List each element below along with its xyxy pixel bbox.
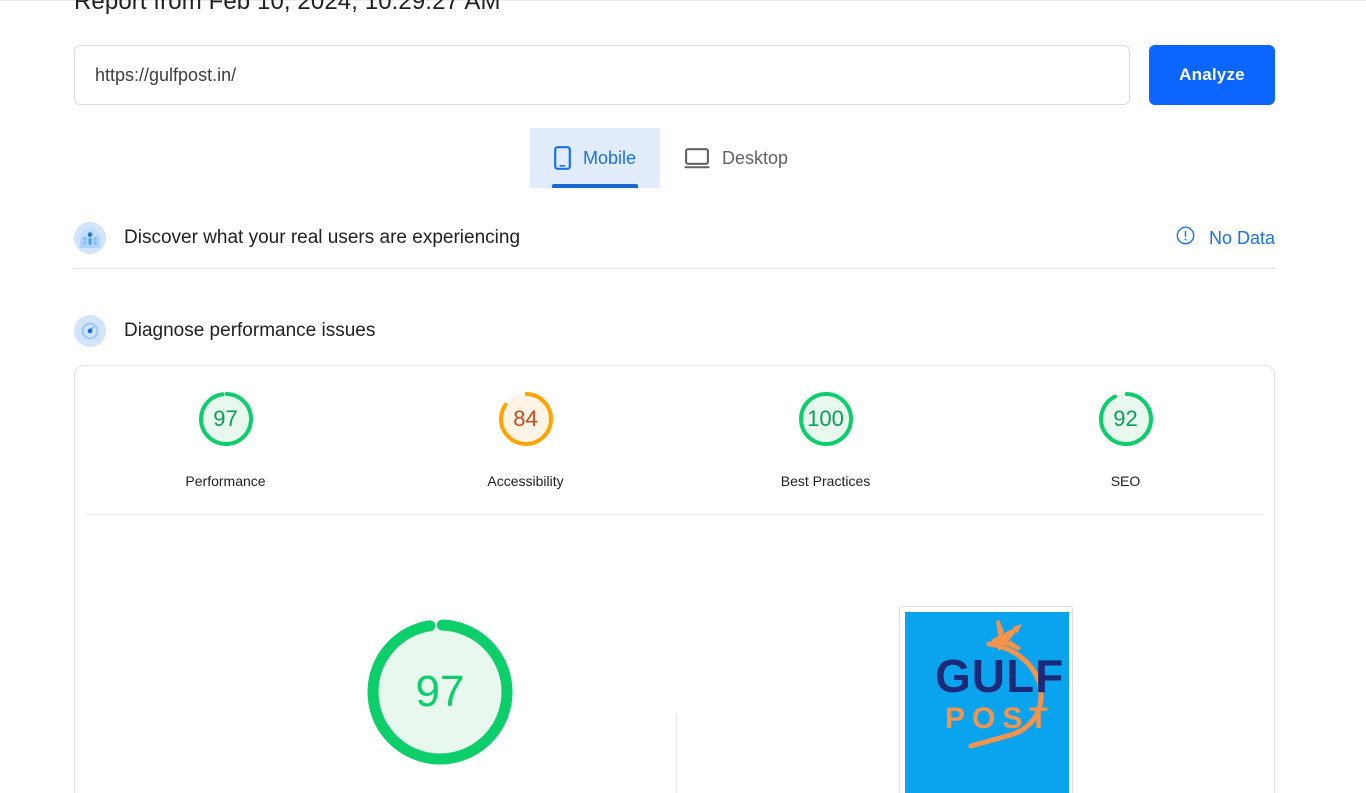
best-practices-score: 100 [807, 406, 844, 431]
seo-caption: SEO [1110, 473, 1141, 489]
gauge-performance[interactable]: 97 Performance [176, 388, 276, 489]
gauge-best-practices[interactable]: 100 Best Practices [776, 388, 876, 489]
error-info-icon [1176, 226, 1195, 250]
best-practices-caption: Best Practices [780, 473, 871, 489]
performance-summary-gauge: 97 [290, 616, 590, 793]
diagnose-performance-row: Diagnose performance issues [74, 303, 1275, 359]
discover-label: Discover what your real users are experi… [124, 227, 521, 248]
report-title: Report from Feb 10, 2024, 10:29:27 AM [74, 0, 501, 15]
performance-summary-ring: 97 [364, 616, 516, 768]
tab-mobile[interactable]: Mobile [530, 128, 661, 188]
gauge-accessibility[interactable]: 84 Accessibility [476, 388, 576, 489]
seo-score: 92 [1113, 406, 1138, 431]
tab-mobile-label: Mobile [583, 147, 637, 168]
form-factor-tabs: Mobile Desktop [530, 128, 812, 188]
accessibility-score: 84 [513, 406, 538, 431]
tab-desktop-label: Desktop [722, 147, 789, 168]
url-input[interactable] [74, 45, 1130, 105]
lighthouse-gauge-icon [74, 315, 106, 347]
field-data-icon [74, 222, 106, 254]
tab-active-underline [552, 184, 639, 188]
no-data-status[interactable]: No Data [1176, 226, 1275, 250]
discover-field-data-row: Discover what your real users are experi… [74, 210, 1275, 266]
mobile-icon [554, 146, 571, 170]
diagnose-label: Diagnose performance issues [124, 320, 376, 341]
gauge-seo[interactable]: 92 SEO [1076, 388, 1176, 489]
category-score-gauges: 97 Performance 84 Accessibility 100 Best… [75, 388, 1276, 489]
lighthouse-results-card: 97 Performance 84 Accessibility 100 Best… [74, 365, 1275, 793]
no-data-label: No Data [1208, 227, 1275, 248]
pagespeed-insights-report: Report from Feb 10, 2024, 10:29:27 AM An… [0, 0, 1366, 793]
performance-score: 97 [213, 406, 238, 431]
url-analyze-row: Analyze [74, 45, 1275, 105]
desktop-icon [684, 147, 710, 169]
card-section-divider [87, 514, 1264, 515]
svg-text:POST: POST [945, 702, 1055, 735]
performance-summary-score: 97 [415, 667, 465, 716]
thumbnail-image: GULF POST Coming Soon.... [905, 612, 1069, 793]
accessibility-ring: 84 [495, 388, 557, 450]
analyze-button[interactable]: Analyze [1149, 45, 1275, 105]
best-practices-ring: 100 [795, 388, 857, 450]
page-screenshot-thumbnail[interactable]: GULF POST Coming Soon.... [899, 606, 1073, 793]
svg-text:GULF: GULF [935, 650, 1064, 702]
performance-ring: 97 [195, 388, 257, 450]
discover-section-divider [74, 268, 1275, 269]
seo-ring: 92 [1095, 388, 1157, 450]
accessibility-caption: Accessibility [487, 473, 564, 489]
tab-desktop[interactable]: Desktop [660, 128, 812, 188]
summary-vertical-divider [676, 713, 677, 793]
performance-caption: Performance [185, 473, 266, 489]
